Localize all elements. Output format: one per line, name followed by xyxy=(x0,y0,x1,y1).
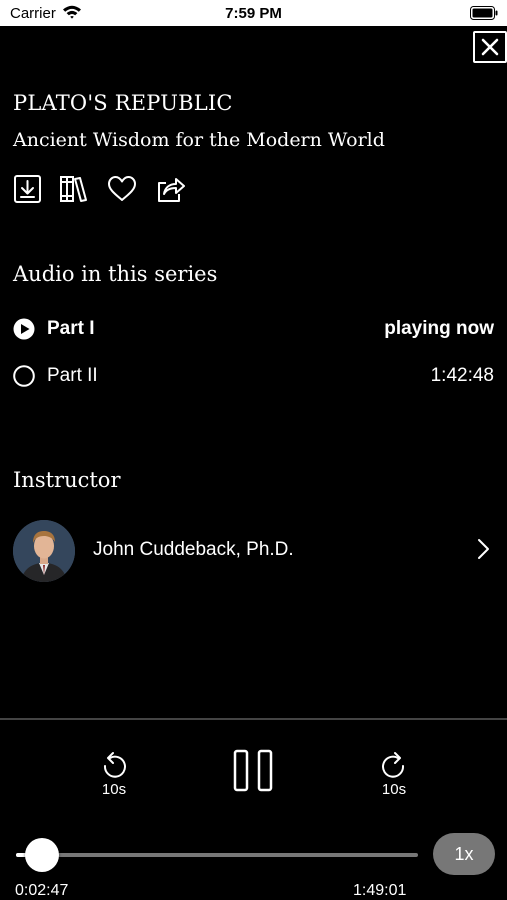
rewind-button[interactable]: 10s xyxy=(89,750,139,802)
chevron-right-icon xyxy=(478,539,489,559)
forward-label: 10s xyxy=(381,781,407,798)
instructor-row[interactable]: John Cuddeback, Ph.D. xyxy=(13,520,494,582)
progress-thumb[interactable] xyxy=(25,838,60,872)
episode-label: Part II xyxy=(47,365,98,386)
status-bar: Carrier 7:59 PM xyxy=(0,0,507,26)
avatar xyxy=(13,520,75,582)
progress-slider[interactable] xyxy=(16,838,418,872)
close-button[interactable] xyxy=(473,31,507,63)
progress-track xyxy=(16,853,418,857)
pause-button[interactable] xyxy=(231,748,275,794)
play-circle-icon xyxy=(13,318,35,340)
instructor-name: John Cuddeback, Ph.D. xyxy=(93,539,294,560)
episode-row-part-1[interactable]: Part I playing now xyxy=(13,314,494,344)
course-title: PLATO'S REPUBLIC xyxy=(13,91,233,115)
elapsed-time: 0:02:47 xyxy=(15,882,69,899)
series-heading: Audio in this series xyxy=(13,262,218,286)
episode-label: Part I xyxy=(47,318,95,339)
share-icon[interactable] xyxy=(155,174,185,204)
rewind-icon xyxy=(103,752,126,778)
speed-button[interactable]: 1x xyxy=(433,833,495,875)
empty-circle-icon xyxy=(13,365,35,387)
instructor-heading: Instructor xyxy=(13,468,121,492)
episode-duration: 1:42:48 xyxy=(430,365,494,386)
forward-button[interactable]: 10s xyxy=(369,750,419,802)
download-icon[interactable] xyxy=(13,174,43,204)
close-icon xyxy=(481,38,499,56)
episode-row-part-2[interactable]: Part II 1:42:48 xyxy=(13,361,494,391)
episode-status: playing now xyxy=(384,318,494,339)
divider xyxy=(0,718,507,720)
course-subtitle: Ancient Wisdom for the Modern World xyxy=(13,129,385,151)
pause-icon xyxy=(233,749,273,792)
heart-icon[interactable] xyxy=(107,174,137,204)
library-icon[interactable] xyxy=(58,174,88,204)
status-time: 7:59 PM xyxy=(225,5,282,22)
battery-icon xyxy=(470,6,498,20)
total-time: 1:49:01 xyxy=(353,882,407,899)
rewind-label: 10s xyxy=(101,781,127,798)
forward-icon xyxy=(382,752,405,778)
